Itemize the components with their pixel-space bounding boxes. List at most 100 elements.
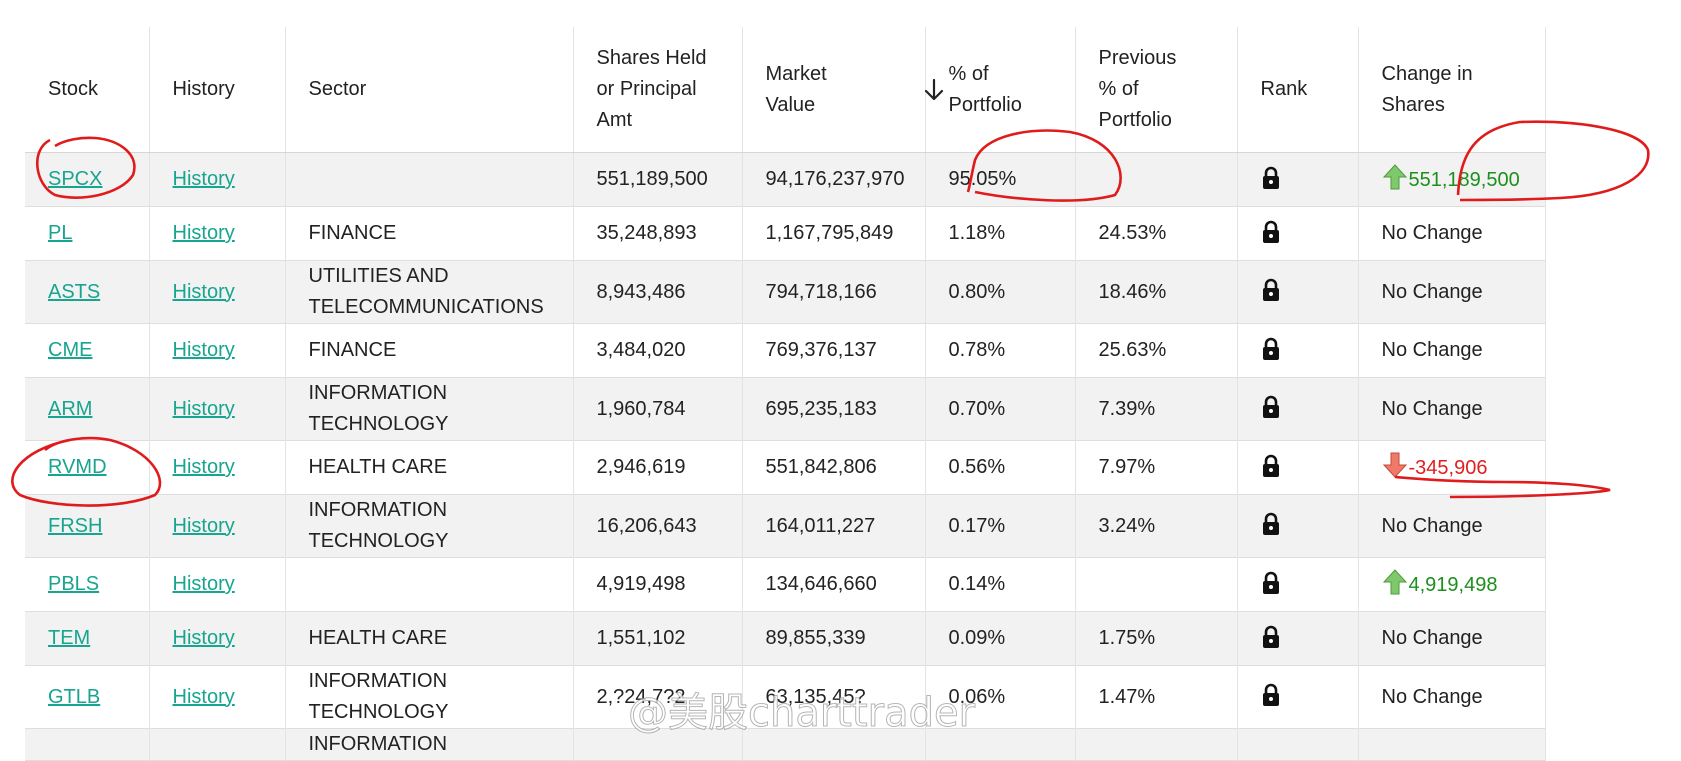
- table-row: FRSH History INFORMATION TECHNOLOGY 16,206,…: [25, 494, 1546, 558]
- history-link[interactable]: History: [173, 168, 235, 190]
- cell-prev-pct: 18.46%: [1075, 260, 1238, 324]
- cell-rank: [1237, 557, 1359, 612]
- cell-history: History: [149, 260, 286, 324]
- cell-market-value: 134,646,660: [742, 557, 926, 612]
- history-link[interactable]: History: [173, 686, 235, 708]
- cell-change: 4,919,498: [1358, 557, 1546, 612]
- stock-link[interactable]: PL: [48, 222, 72, 244]
- cell-change: -345,906: [1358, 440, 1546, 495]
- change-up: 4,919,498: [1382, 568, 1497, 596]
- sector-value: INFORMATION TECHNOLOGY: [308, 382, 449, 435]
- header-change[interactable]: Change in Shares: [1358, 27, 1546, 153]
- history-link[interactable]: History: [173, 515, 235, 537]
- cell-rank: [1237, 494, 1359, 558]
- cell-pct: 0.70%: [925, 377, 1076, 441]
- arrow-down-icon[interactable]: [923, 78, 945, 112]
- sector-value: HEALTH CARE: [308, 627, 448, 649]
- cell-shares: 4,919,498: [573, 557, 743, 612]
- lock-icon[interactable]: [1261, 625, 1281, 651]
- cell-sector: INFORMATION TECHNOLOGY: [285, 665, 574, 729]
- cell-shares: 35,248,893: [573, 206, 743, 261]
- table-row: TEM History HEALTH CARE 1,551,102 89,855,339…: [25, 611, 1546, 666]
- cell-sector: [285, 557, 574, 612]
- sector-value: HEALTH CARE: [308, 456, 448, 478]
- lock-icon[interactable]: [1261, 220, 1281, 246]
- cell-shares: 551,189,500: [573, 152, 743, 207]
- stock-link[interactable]: ARM: [48, 398, 92, 420]
- lock-icon[interactable]: [1261, 683, 1281, 709]
- history-link[interactable]: History: [173, 456, 235, 478]
- cell-change: No Change: [1358, 206, 1546, 261]
- cell-stock: FRSH: [25, 494, 150, 558]
- stock-link[interactable]: SPCX: [48, 168, 102, 190]
- stock-link[interactable]: RVMD: [48, 456, 107, 478]
- header-prev-pct-label: Previous % of Portfolio: [1098, 47, 1177, 131]
- change-value: No Change: [1381, 280, 1483, 303]
- lock-icon[interactable]: [1261, 337, 1281, 363]
- change-value: No Change: [1381, 397, 1483, 420]
- cell-prev-pct: 7.39%: [1075, 377, 1238, 441]
- cell-rank: [1237, 206, 1359, 261]
- cell-rank: [1237, 152, 1359, 207]
- cell-history: History: [149, 323, 286, 378]
- cell-shares: 16,206,643: [573, 494, 743, 558]
- stock-link[interactable]: TEM: [48, 627, 90, 649]
- history-link[interactable]: History: [173, 339, 235, 361]
- cell-stock: PL: [25, 206, 150, 261]
- lock-icon[interactable]: [1261, 278, 1281, 304]
- change-down: -345,906: [1382, 452, 1487, 479]
- stock-link[interactable]: GTLB: [48, 686, 100, 708]
- header-sector[interactable]: Sector: [285, 27, 574, 153]
- cell-stock: GTLB: [25, 665, 150, 729]
- lock-icon[interactable]: [1261, 454, 1281, 480]
- change-value: No Change: [1381, 627, 1483, 649]
- table-row: PBLS History 4,919,498 134,646,660 0.14% 4,91…: [25, 557, 1546, 612]
- lock-icon[interactable]: [1261, 571, 1281, 597]
- cell-market-value: 94,176,237,970: [742, 152, 926, 207]
- history-link[interactable]: History: [173, 222, 235, 244]
- cell-prev-pct: 7.97%: [1075, 440, 1238, 495]
- cell-change: No Change: [1358, 494, 1546, 558]
- table-header-row: Stock History Sector Shares Held or Prin…: [25, 27, 1546, 153]
- header-market-value[interactable]: Market Value: [742, 27, 943, 153]
- cell-shares: 3,484,020: [573, 323, 743, 378]
- stock-link[interactable]: ASTS: [48, 281, 100, 303]
- cell-sector: INFORMATION: [285, 728, 574, 761]
- cell-market-value: 695,235,183: [742, 377, 926, 441]
- history-link[interactable]: History: [173, 281, 235, 303]
- header-stock[interactable]: Stock: [25, 27, 150, 153]
- cell-sector: UTILITIES AND TELECOMMUNICATIONS: [285, 260, 574, 324]
- cell-pct: 95.05%: [925, 152, 1076, 207]
- change-value: No Change: [1381, 514, 1483, 537]
- sector-value: INFORMATION TECHNOLOGY: [308, 499, 449, 552]
- history-link[interactable]: History: [173, 627, 235, 649]
- stock-link[interactable]: PBLS: [48, 573, 99, 595]
- history-link[interactable]: History: [173, 573, 235, 595]
- lock-icon[interactable]: [1261, 512, 1281, 538]
- cell-stock: PBLS: [25, 557, 150, 612]
- cell-rank: [1237, 323, 1359, 378]
- table-row: SPCX History 551,189,500 94,176,237,970 95.0…: [25, 152, 1546, 207]
- cell-rank: [1237, 260, 1359, 324]
- cell-rank: [1237, 665, 1359, 729]
- cell-market-value: 551,842,806: [742, 440, 926, 495]
- header-pct[interactable]: % of Portfolio: [925, 27, 1076, 153]
- cell-history: History: [149, 377, 286, 441]
- cell-shares: 1,551,102: [573, 611, 743, 666]
- cell-rank: [1237, 377, 1359, 441]
- cell-prev-pct: 24.53%: [1075, 206, 1238, 261]
- lock-icon[interactable]: [1261, 166, 1281, 192]
- header-shares[interactable]: Shares Held or Principal Amt: [573, 27, 743, 153]
- cell-prev-pct: 3.24%: [1075, 494, 1238, 558]
- cell-shares: 8,943,486: [573, 260, 743, 324]
- lock-icon[interactable]: [1261, 395, 1281, 421]
- cell-prev-pct: 1.47%: [1075, 665, 1238, 729]
- cell-shares: 1,960,784: [573, 377, 743, 441]
- cell-pct: 1.18%: [925, 206, 1076, 261]
- header-rank[interactable]: Rank: [1237, 27, 1359, 153]
- table-row: CME History FINANCE 3,484,020 769,376,137 0.7…: [25, 323, 1546, 378]
- history-link[interactable]: History: [173, 398, 235, 420]
- header-prev-pct[interactable]: Previous % of Portfolio: [1075, 27, 1238, 153]
- stock-link[interactable]: FRSH: [48, 515, 102, 537]
- stock-link[interactable]: CME: [48, 339, 92, 361]
